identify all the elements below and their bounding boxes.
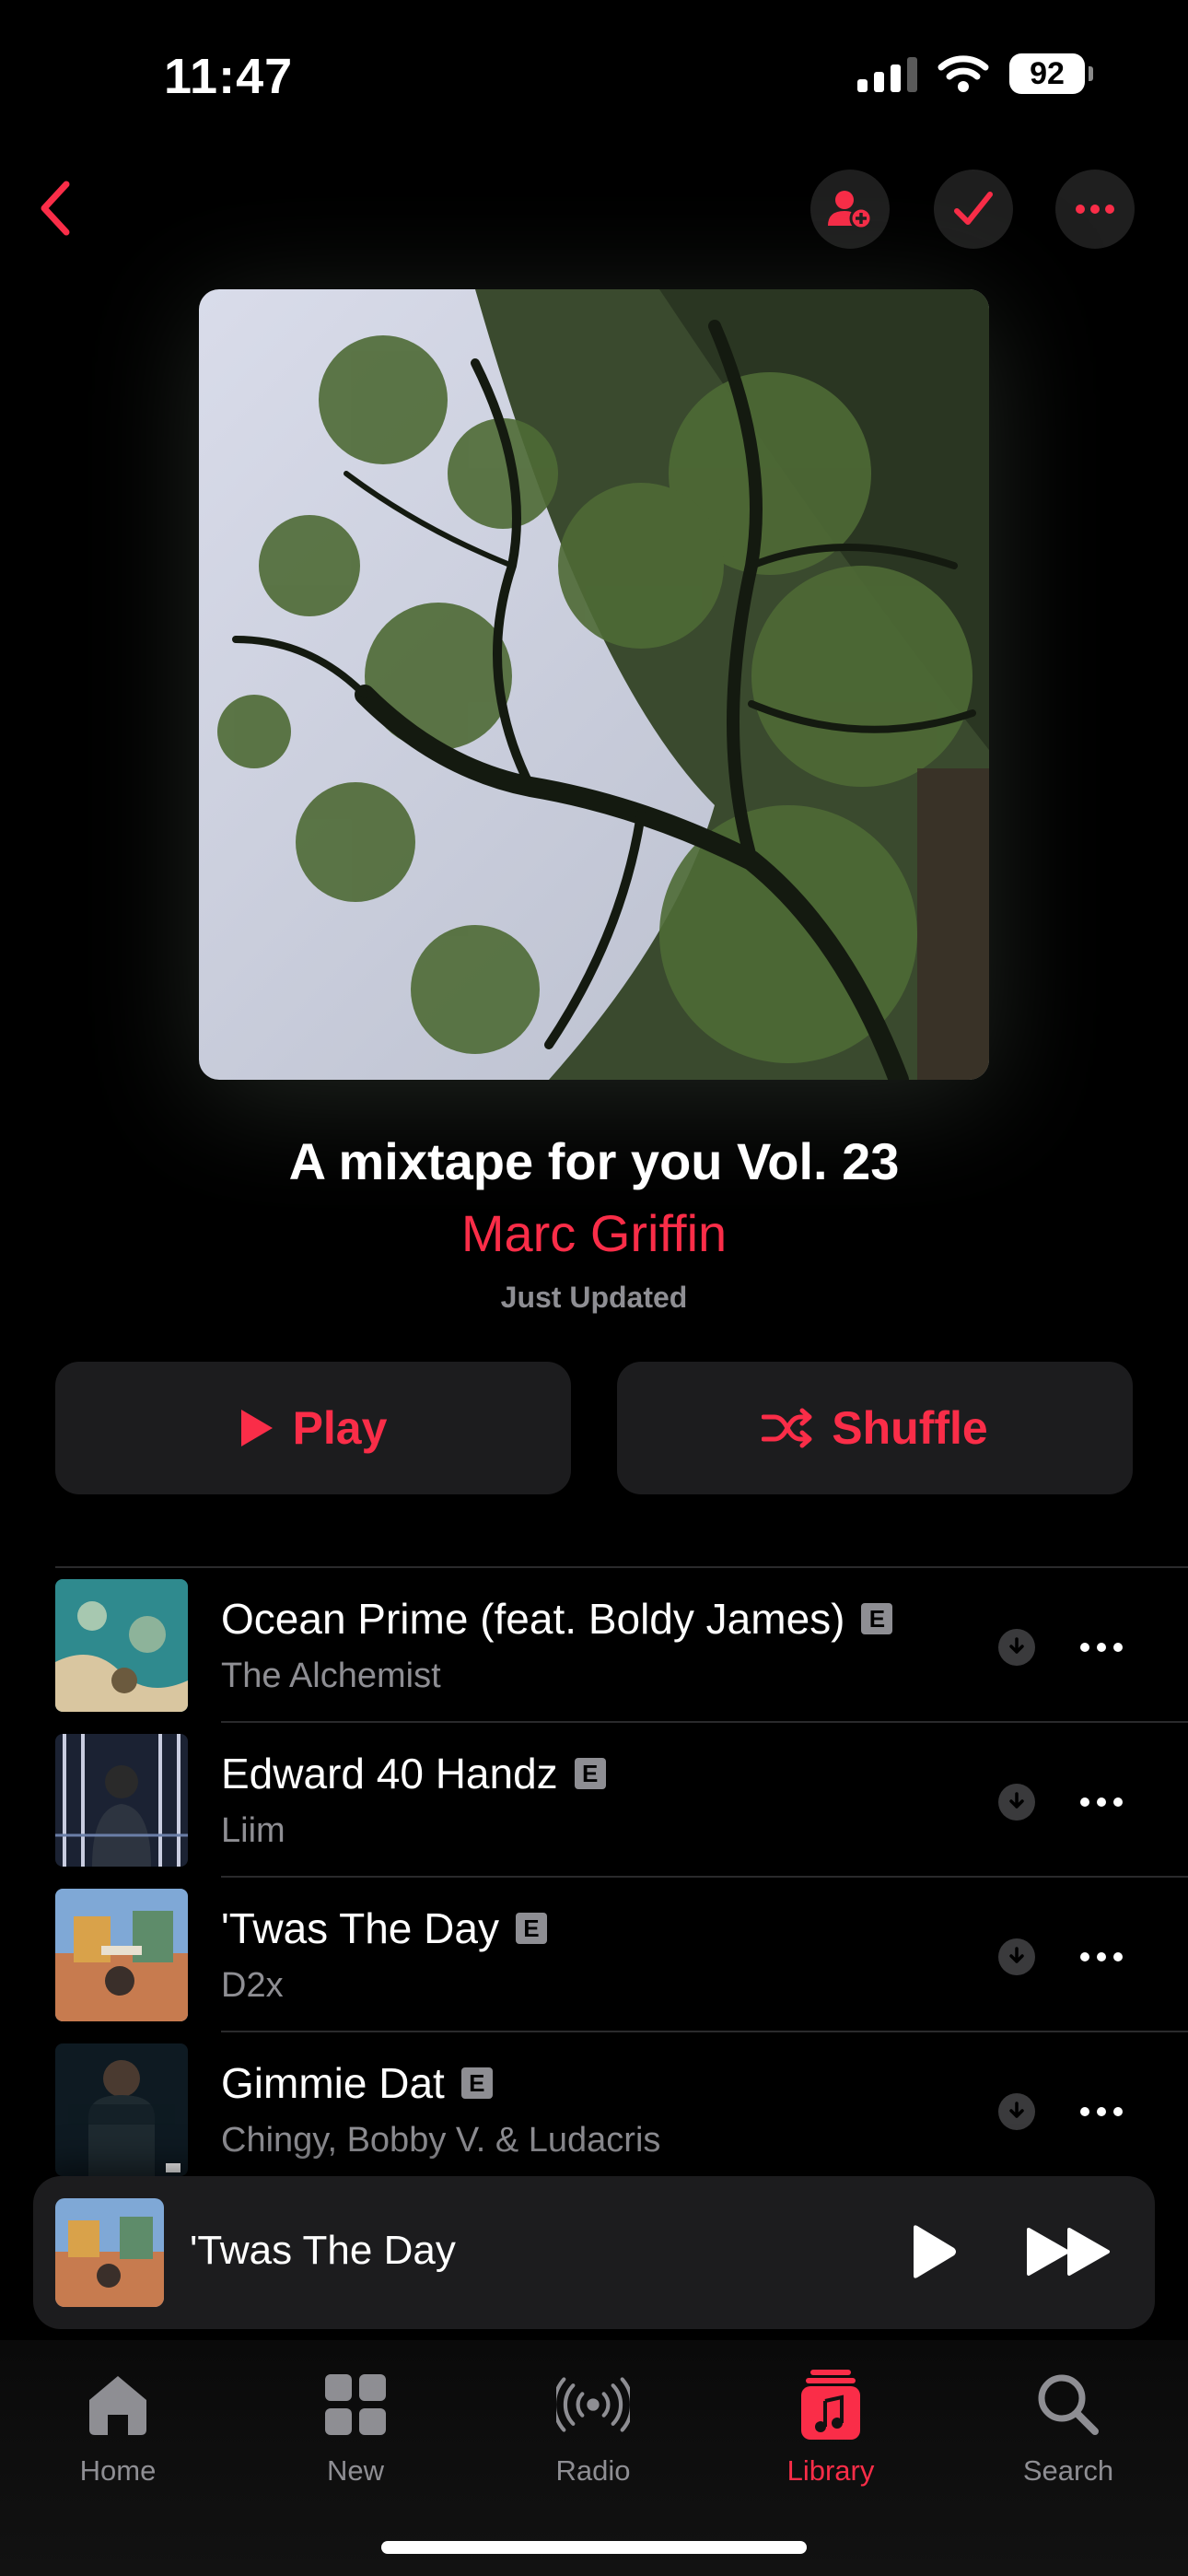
track-artwork — [55, 2043, 188, 2176]
track-more-button[interactable] — [1072, 1938, 1131, 1975]
now-playing-artwork — [55, 2198, 164, 2307]
home-icon — [89, 2376, 146, 2435]
download-icon[interactable] — [998, 1629, 1035, 1666]
track-artist: The Alchemist — [221, 1657, 441, 1695]
tab-library-label: Library — [786, 2454, 875, 2487]
track-artist: Liim — [221, 1811, 285, 1850]
added-check-button[interactable] — [934, 170, 1013, 249]
shuffle-button[interactable]: Shuffle — [617, 1362, 1133, 1494]
tab-search-label: Search — [1022, 2454, 1114, 2487]
cellular-signal-icon — [857, 55, 917, 92]
track-artwork — [55, 1889, 188, 2021]
playlist-artwork — [199, 289, 989, 1080]
ellipsis-icon — [1076, 205, 1114, 214]
tab-search[interactable]: Search — [985, 2368, 1151, 2488]
ellipsis-icon — [1080, 1952, 1123, 1961]
tab-new[interactable]: New — [273, 2368, 438, 2488]
track-title: Gimmie Dat — [221, 2059, 445, 2107]
play-button[interactable]: Play — [55, 1362, 571, 1494]
shuffle-icon — [762, 1408, 812, 1448]
home-indicator[interactable] — [381, 2541, 807, 2554]
track-row[interactable]: Ocean Prime (feat. Boldy James) E The Alc… — [55, 1568, 1188, 1723]
track-artwork — [55, 1734, 188, 1867]
battery-indicator: 92 — [1009, 53, 1093, 94]
explicit-badge: E — [861, 1603, 893, 1634]
now-playing-title: 'Twas The Day — [190, 2228, 456, 2273]
download-icon[interactable] — [998, 2093, 1035, 2130]
track-artist: Chingy, Bobby V. & Ludacris — [221, 2121, 661, 2160]
fast-forward-icon — [1027, 2228, 1110, 2276]
download-icon[interactable] — [998, 1938, 1035, 1975]
play-icon — [240, 1410, 273, 1446]
checkmark-icon — [954, 192, 993, 225]
ellipsis-icon — [1080, 2107, 1123, 2116]
track-more-button[interactable] — [1072, 1629, 1131, 1666]
mini-play-button[interactable] — [899, 2217, 969, 2287]
play-icon — [914, 2225, 956, 2278]
track-row[interactable]: 'Twas The Day E D2x — [55, 1878, 1188, 2032]
tab-library[interactable]: Library — [748, 2368, 914, 2488]
track-row[interactable]: Gimmie Dat E Chingy, Bobby V. & Ludacris — [55, 2032, 1188, 2187]
status-icons: 92 — [857, 53, 1093, 94]
tab-home[interactable]: Home — [35, 2368, 201, 2488]
playlist-title: A mixtape for you Vol. 23 — [288, 1132, 900, 1190]
explicit-badge: E — [515, 1913, 547, 1944]
tab-new-label: New — [326, 2454, 384, 2487]
track-title: Edward 40 Handz — [221, 1750, 558, 1797]
tab-radio[interactable]: Radio — [510, 2368, 676, 2488]
library-icon — [801, 2370, 860, 2440]
skip-forward-button[interactable] — [1019, 2217, 1120, 2287]
more-options-button[interactable] — [1055, 170, 1135, 249]
chevron-left-icon — [41, 181, 70, 236]
track-artist: D2x — [221, 1966, 284, 2005]
mini-player[interactable]: 'Twas The Day — [33, 2176, 1155, 2329]
track-artwork — [55, 1579, 188, 1712]
track-title: Ocean Prime (feat. Boldy James) — [221, 1595, 845, 1643]
explicit-badge: E — [574, 1758, 606, 1789]
track-row[interactable]: Edward 40 Handz E Liim — [55, 1723, 1188, 1878]
shuffle-button-label: Shuffle — [832, 1402, 988, 1454]
track-title: 'Twas The Day — [221, 1904, 499, 1952]
wifi-icon — [938, 55, 989, 92]
explicit-badge: E — [460, 2067, 493, 2099]
person-add-icon — [828, 191, 872, 229]
tab-home-label: Home — [79, 2454, 157, 2487]
track-more-button[interactable] — [1072, 1784, 1131, 1821]
track-more-button[interactable] — [1072, 2093, 1131, 2130]
ellipsis-icon — [1080, 1797, 1123, 1807]
status-time: 11:47 — [164, 49, 294, 104]
play-button-label: Play — [292, 1402, 388, 1454]
grid-icon — [325, 2374, 386, 2435]
radio-icon — [556, 2377, 630, 2432]
tab-radio-label: Radio — [555, 2454, 631, 2487]
ellipsis-icon — [1080, 1643, 1123, 1652]
download-icon[interactable] — [998, 1784, 1035, 1821]
playlist-curator-link[interactable]: Marc Griffin — [0, 1203, 1188, 1263]
search-icon — [1038, 2374, 1099, 2435]
back-button[interactable] — [26, 173, 85, 243]
updated-label: Just Updated — [500, 1281, 688, 1314]
add-collaborator-button[interactable] — [810, 170, 890, 249]
